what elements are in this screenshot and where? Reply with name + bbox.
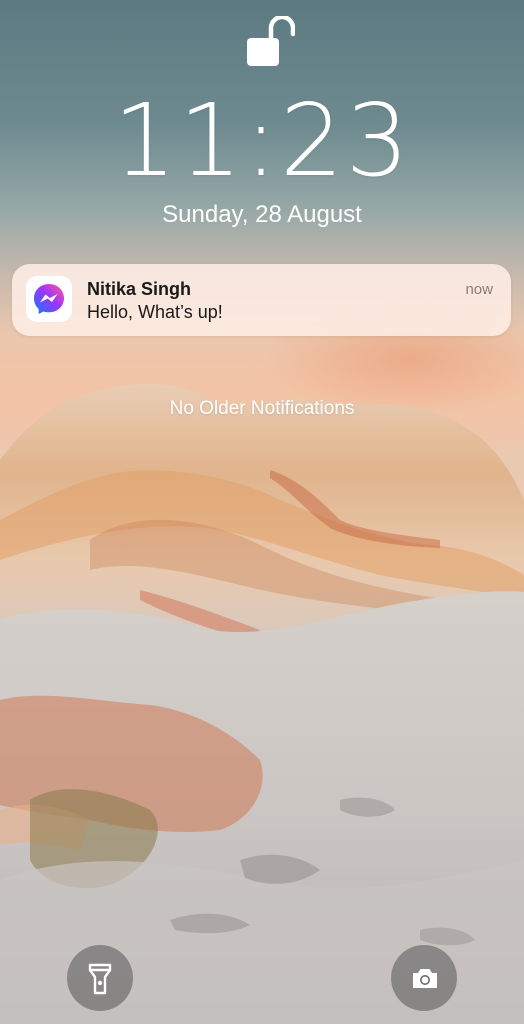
- camera-button[interactable]: [391, 945, 457, 1011]
- notification-time: now: [465, 281, 493, 298]
- notification-message: Hello, What’s up!: [87, 302, 223, 322]
- no-older-notifications: No Older Notifications: [169, 398, 355, 419]
- lock-time: 11:23: [112, 82, 412, 199]
- camera-icon: [413, 969, 437, 988]
- flashlight-icon: [88, 963, 112, 995]
- lock-date: Sunday, 28 August: [162, 201, 362, 228]
- notification-card[interactable]: Nitika Singh Hello, What’s up! now: [12, 264, 511, 336]
- notification-sender: Nitika Singh: [87, 279, 192, 299]
- lock-screen: 11:23 Sunday, 28 August Nitika Singh Hel…: [0, 0, 524, 1024]
- messenger-icon: [26, 276, 72, 322]
- flashlight-button[interactable]: [67, 945, 133, 1011]
- unlock-icon: [247, 16, 295, 66]
